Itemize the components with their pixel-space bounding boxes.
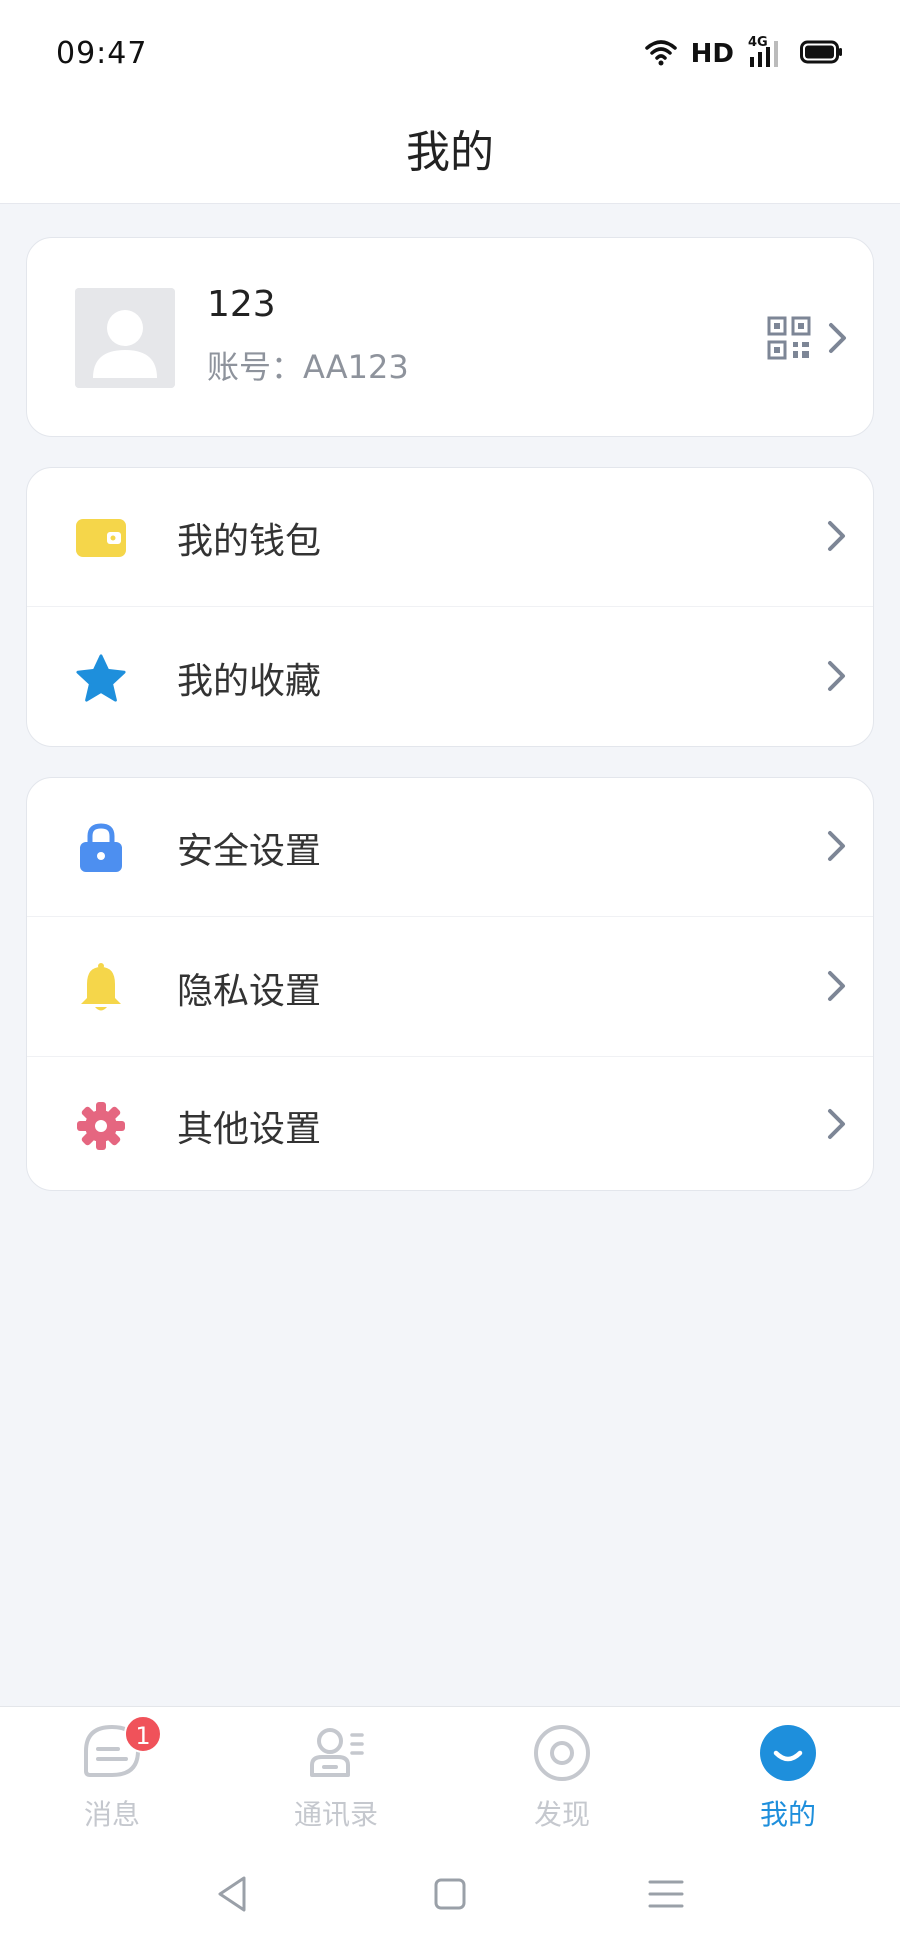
nav-tab-me[interactable]: 我的	[708, 1719, 868, 1839]
status-bar: 09:47 HD 4G	[0, 0, 900, 100]
home-icon[interactable]	[428, 1872, 472, 1916]
profile-card[interactable]: 123 账号：AA123	[26, 237, 874, 437]
page-title: 我的	[406, 127, 494, 178]
divider	[27, 606, 873, 607]
discover-icon	[534, 1725, 590, 1781]
chevron-right-icon	[828, 1109, 845, 1139]
unread-badge: 1	[124, 1715, 162, 1753]
menu-row-wallet[interactable]: 我的钱包	[27, 468, 873, 606]
star-icon	[75, 652, 127, 704]
chevron-right-icon	[828, 971, 845, 1001]
menu-row-other[interactable]: 其他设置	[27, 1056, 873, 1194]
qr-code-icon[interactable]	[767, 316, 811, 360]
nav-label-discover: 发现	[533, 1798, 590, 1831]
menu-label-favorites: 我的收藏	[177, 661, 322, 702]
lock-icon	[75, 822, 127, 874]
menu-row-favorites[interactable]: 我的收藏	[27, 608, 873, 746]
network-hd-label: HD	[690, 39, 734, 69]
back-icon[interactable]	[212, 1872, 256, 1916]
menu-row-privacy[interactable]: 隐私设置	[27, 918, 873, 1056]
status-time: 09:47	[56, 36, 148, 71]
profile-qr-link[interactable]	[767, 316, 849, 360]
menu-label-privacy: 隐私设置	[177, 971, 322, 1012]
menu-label-security: 安全设置	[177, 831, 322, 872]
gear-icon	[75, 1100, 127, 1152]
profile-name: 123	[207, 284, 276, 325]
menu-icon[interactable]	[644, 1872, 688, 1916]
nav-label-messages: 消息	[83, 1798, 140, 1831]
wallet-icon	[75, 512, 127, 564]
battery-icon	[800, 40, 844, 68]
nav-tab-contacts[interactable]: 通讯录	[256, 1719, 416, 1839]
menu-group-wallet: 我的钱包 我的收藏	[26, 467, 874, 747]
wifi-icon	[644, 38, 677, 70]
system-nav-bar	[0, 1842, 900, 1950]
me-smile-icon	[760, 1725, 816, 1781]
nav-label-contacts: 通讯录	[293, 1798, 378, 1831]
chevron-right-icon[interactable]	[827, 321, 849, 355]
menu-label-other: 其他设置	[177, 1109, 322, 1150]
avatar[interactable]	[75, 288, 175, 388]
menu-label-wallet: 我的钱包	[177, 521, 322, 562]
signal-icon: 4G	[748, 35, 786, 69]
chevron-right-icon	[828, 521, 845, 551]
bell-icon	[75, 962, 127, 1014]
status-icons: HD 4G	[644, 35, 844, 70]
avatar-placeholder-icon	[75, 288, 175, 388]
profile-account: 账号：AA123	[207, 348, 409, 386]
chevron-right-icon	[828, 831, 845, 861]
page-header: 我的	[0, 100, 900, 204]
menu-row-security[interactable]: 安全设置	[27, 778, 873, 916]
nav-tab-discover[interactable]: 发现	[482, 1719, 642, 1839]
menu-group-settings: 安全设置 隐私设置 其他设置	[26, 777, 874, 1191]
nav-label-me: 我的	[759, 1798, 816, 1831]
chevron-right-icon	[828, 661, 845, 691]
bottom-nav: 1 消息 通讯录 发现 我的	[0, 1706, 900, 1842]
nav-tab-messages[interactable]: 1 消息	[32, 1715, 192, 1839]
contacts-icon	[310, 1728, 364, 1777]
divider	[27, 916, 873, 917]
